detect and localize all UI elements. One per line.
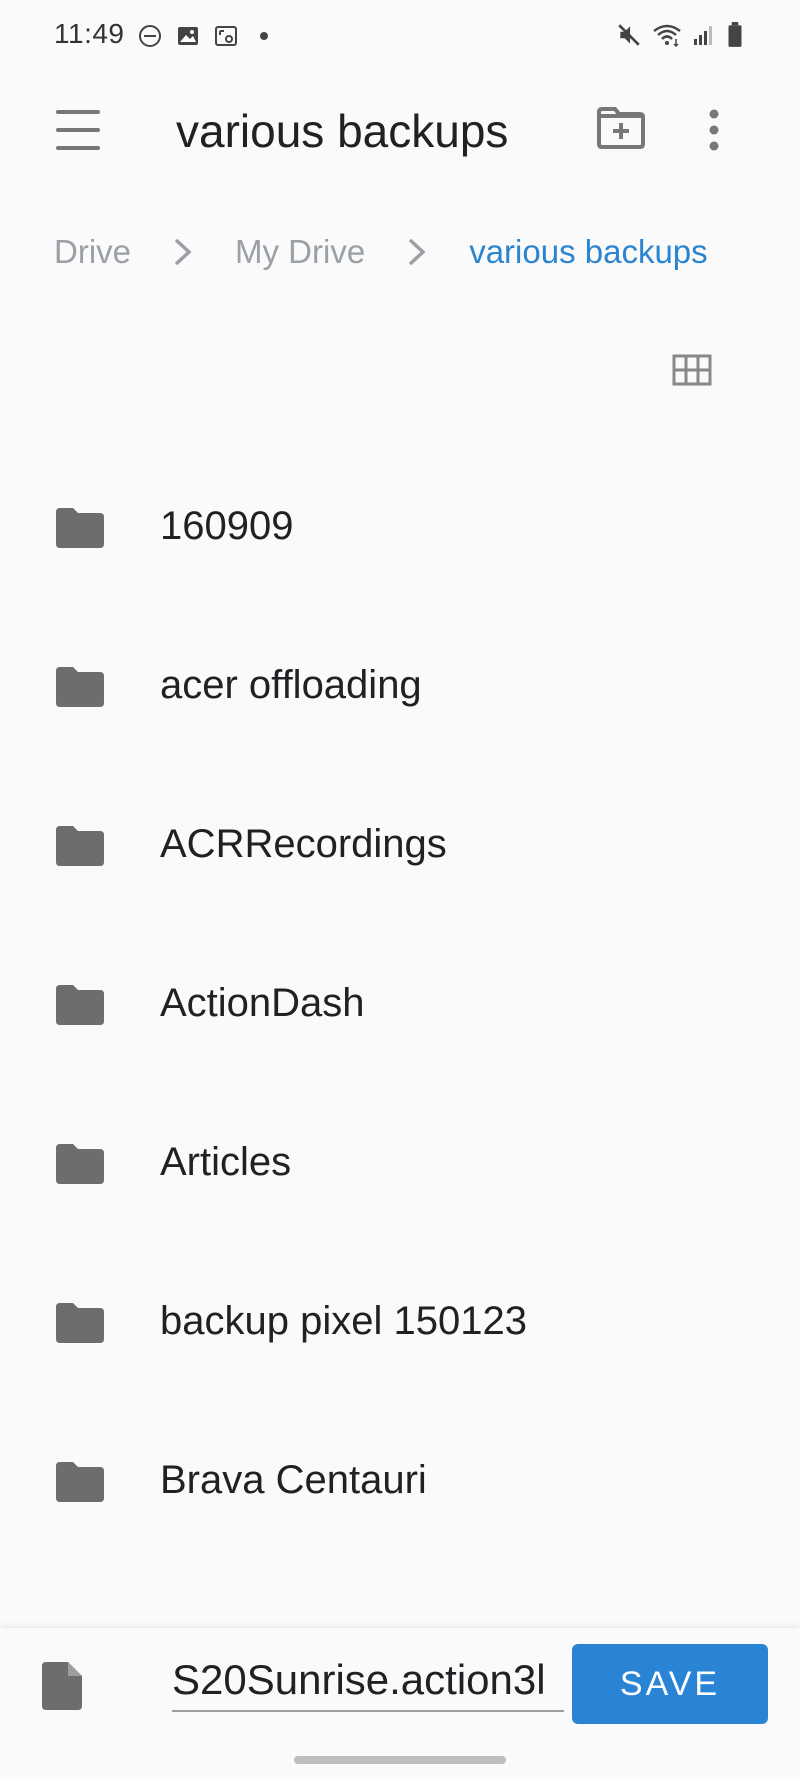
filename-input[interactable]	[172, 1650, 564, 1712]
menu-icon	[56, 110, 100, 114]
battery-icon	[726, 22, 744, 48]
status-time: 11:49	[54, 18, 125, 49]
save-button[interactable]: SAVE	[572, 1644, 768, 1724]
dot-icon	[252, 24, 276, 48]
breadcrumb-item-my-drive[interactable]: My Drive	[235, 233, 365, 271]
home-indicator[interactable]	[294, 1756, 506, 1764]
folder-name: ActionDash	[160, 981, 365, 1025]
menu-button[interactable]	[56, 110, 100, 150]
breadcrumb-item-current[interactable]: various backups	[469, 233, 707, 271]
folder-name: ACRRecordings	[160, 822, 447, 866]
screenshot-icon	[214, 24, 238, 48]
signal-icon	[692, 23, 716, 47]
save-bar: SAVE	[0, 1628, 800, 1777]
wifi-icon	[652, 22, 682, 48]
folder-row-5[interactable]: backup pixel 150123	[0, 1253, 800, 1412]
status-right-icons	[616, 22, 744, 48]
folder-icon	[56, 1144, 104, 1184]
folder-icon	[56, 667, 104, 707]
folder-name: Articles	[160, 1140, 292, 1184]
folder-icon	[56, 1462, 104, 1502]
folder-icon	[56, 508, 104, 548]
new-folder-icon	[597, 107, 645, 149]
grid-view-icon	[672, 354, 712, 386]
chevron-right-icon	[174, 238, 192, 266]
status-left-icons	[138, 24, 276, 48]
page-title: various backups	[176, 105, 509, 157]
folder-row-0[interactable]: 160909	[0, 458, 800, 617]
app-bar: various backups	[0, 72, 800, 192]
image-icon	[176, 24, 200, 48]
screen: 11:49 various backups Drive My Drive var…	[0, 0, 800, 1777]
folder-list: 160909 acer offloading ACRRecordings Act…	[0, 458, 800, 1571]
chevron-right-icon	[409, 238, 426, 266]
folder-name: 160909	[160, 504, 294, 548]
more-options-button[interactable]	[704, 108, 724, 152]
grid-view-toggle[interactable]	[672, 354, 712, 386]
do-not-disturb-icon	[138, 24, 162, 48]
folder-name: Brava Centauri	[160, 1458, 427, 1502]
folder-row-1[interactable]: acer offloading	[0, 617, 800, 776]
folder-row-6[interactable]: Brava Centauri	[0, 1412, 800, 1571]
folder-icon	[56, 985, 104, 1025]
breadcrumb: Drive My Drive various backups	[54, 232, 708, 272]
breadcrumb-item-drive[interactable]: Drive	[54, 233, 131, 271]
folder-row-2[interactable]: ACRRecordings	[0, 776, 800, 935]
folder-icon	[56, 826, 104, 866]
folder-row-3[interactable]: ActionDash	[0, 935, 800, 1094]
new-folder-button[interactable]	[596, 106, 646, 150]
folder-name: backup pixel 150123	[160, 1299, 527, 1343]
folder-icon	[56, 1303, 104, 1343]
folder-row-4[interactable]: Articles	[0, 1094, 800, 1253]
file-icon	[42, 1662, 82, 1710]
more-vert-icon	[709, 109, 719, 151]
mute-icon	[616, 22, 642, 48]
status-bar: 11:49	[0, 0, 800, 72]
folder-name: acer offloading	[160, 663, 422, 707]
